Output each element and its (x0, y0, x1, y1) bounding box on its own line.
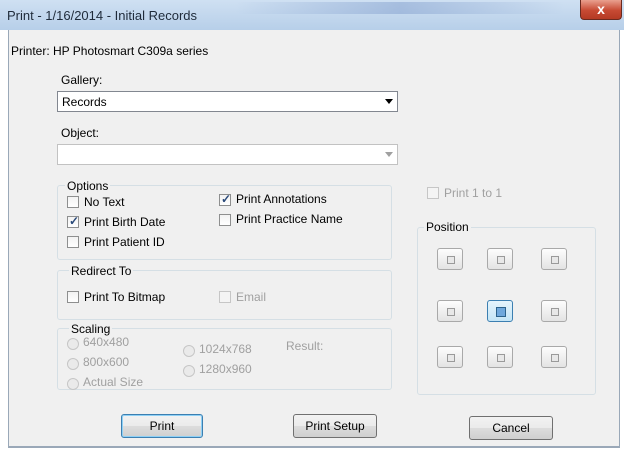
position-middle-center-button[interactable] (487, 300, 513, 322)
scaling-1024-radio[interactable] (183, 345, 195, 357)
no-text-label: No Text (84, 195, 125, 209)
title-bar-highlight (235, 2, 565, 14)
scaling-1280-radio[interactable] (183, 365, 195, 377)
position-bottom-center-button[interactable] (487, 346, 513, 368)
redirect-label: Redirect To (69, 264, 134, 278)
print-annotations-checkbox[interactable]: ✓ (219, 192, 232, 206)
print-birth-date-label: Print Birth Date (84, 215, 166, 229)
chevron-down-icon (385, 152, 393, 157)
window-title: Print - 1/16/2014 - Initial Records (7, 8, 198, 23)
position-top-right-button[interactable] (541, 248, 567, 270)
print-to-bitmap-checkbox[interactable] (67, 291, 79, 303)
check-icon: ✓ (69, 214, 80, 228)
print-1-to-1-checkbox[interactable] (427, 187, 439, 199)
print-button[interactable]: Print (121, 414, 203, 438)
print-practice-name-label: Print Practice Name (236, 212, 343, 226)
scaling-1024-label: 1024x768 (199, 342, 252, 356)
email-checkbox[interactable] (219, 291, 231, 303)
position-label: Position (424, 220, 471, 234)
print-birth-date-checkbox[interactable]: ✓ (67, 214, 80, 228)
object-select[interactable] (57, 144, 398, 165)
square-icon (497, 256, 505, 264)
print-setup-button[interactable]: Print Setup (293, 414, 377, 438)
position-bottom-right-button[interactable] (541, 346, 567, 368)
no-text-checkbox[interactable] (67, 196, 79, 208)
scaling-actual-label: Actual Size (83, 375, 144, 389)
print-patient-id-label: Print Patient ID (84, 235, 165, 249)
printer-label: Printer: HP Photosmart C309a series (11, 44, 209, 58)
scaling-800-label: 800x600 (83, 355, 130, 369)
print-1-to-1-label: Print 1 to 1 (444, 186, 503, 200)
square-icon (447, 256, 455, 264)
position-top-center-button[interactable] (487, 248, 513, 270)
square-icon (447, 308, 455, 316)
dialog-body: Printer: HP Photosmart C309a series Gall… (8, 30, 620, 448)
position-middle-right-button[interactable] (541, 300, 567, 322)
cancel-button[interactable]: Cancel (469, 416, 553, 440)
gallery-label: Gallery: (61, 73, 103, 87)
scaling-800-radio[interactable] (67, 358, 79, 370)
position-bottom-left-button[interactable] (437, 346, 463, 368)
options-label: Options (65, 179, 111, 193)
email-label: Email (236, 290, 267, 304)
gallery-value: Records (62, 95, 107, 109)
square-icon (551, 354, 559, 362)
print-practice-name-checkbox[interactable] (219, 214, 231, 226)
scaling-actual-radio[interactable] (67, 378, 79, 390)
result-label: Result: (286, 339, 324, 353)
check-icon: ✓ (221, 192, 232, 206)
square-icon (447, 354, 455, 362)
gallery-select[interactable]: Records (57, 91, 398, 112)
title-bar: Print - 1/16/2014 - Initial Records x (0, 0, 624, 30)
print-patient-id-checkbox[interactable] (67, 236, 79, 248)
scaling-label: Scaling (69, 322, 113, 336)
scaling-1280-label: 1280x960 (199, 362, 252, 376)
object-label: Object: (61, 126, 100, 140)
square-icon (551, 256, 559, 264)
square-icon (551, 308, 559, 316)
square-icon (496, 307, 506, 317)
scaling-640-radio[interactable] (67, 338, 79, 350)
chevron-down-icon (385, 99, 393, 104)
scaling-640-label: 640x480 (83, 335, 130, 349)
position-top-left-button[interactable] (437, 248, 463, 270)
square-icon (497, 354, 505, 362)
print-to-bitmap-label: Print To Bitmap (84, 290, 166, 304)
window-bottom-border (8, 446, 619, 448)
close-icon: x (597, 1, 605, 17)
close-button[interactable]: x (580, 0, 622, 20)
position-middle-left-button[interactable] (437, 300, 463, 322)
print-annotations-label: Print Annotations (236, 192, 327, 206)
